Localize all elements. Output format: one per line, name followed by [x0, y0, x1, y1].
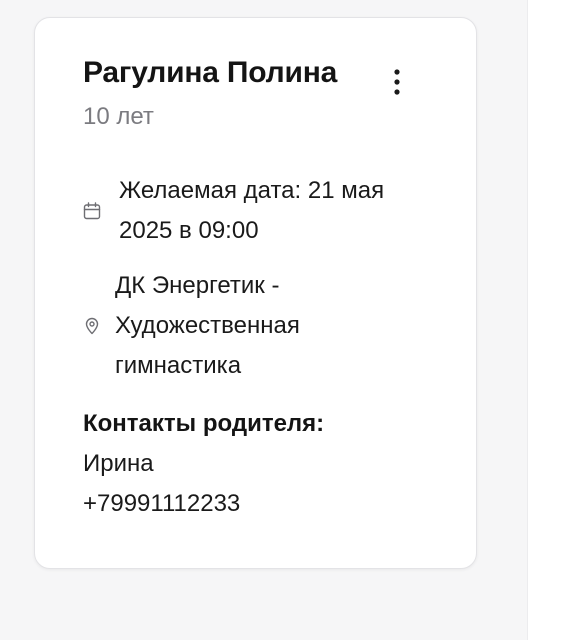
parent-name: Ирина	[83, 450, 154, 477]
application-card: Рагулина Полина 10 лет Желаемая дата: 21…	[34, 17, 477, 569]
location-text: ДК Энергетик - Художественная гимнастика	[115, 272, 300, 379]
panel-divider	[527, 0, 528, 640]
parent-phone[interactable]: +79991112233	[83, 484, 324, 524]
child-age: 10 лет	[83, 103, 154, 130]
location-pin-icon	[83, 317, 101, 335]
child-name: Рагулина Полина	[83, 56, 338, 89]
location-row: ДК Энергетик - Художественная гимнастика	[83, 266, 375, 386]
calendar-icon	[83, 202, 101, 220]
more-vertical-icon[interactable]	[385, 68, 409, 98]
contacts-label: Контакты родителя:	[83, 410, 325, 437]
desired-date-text: Желаемая дата: 21 мая 2025 в 09:00	[119, 177, 385, 244]
parent-contacts: Контакты родителя: Ирина +79991112233	[83, 404, 324, 524]
desired-date-row: Желаемая дата: 21 мая 2025 в 09:00	[83, 171, 399, 251]
